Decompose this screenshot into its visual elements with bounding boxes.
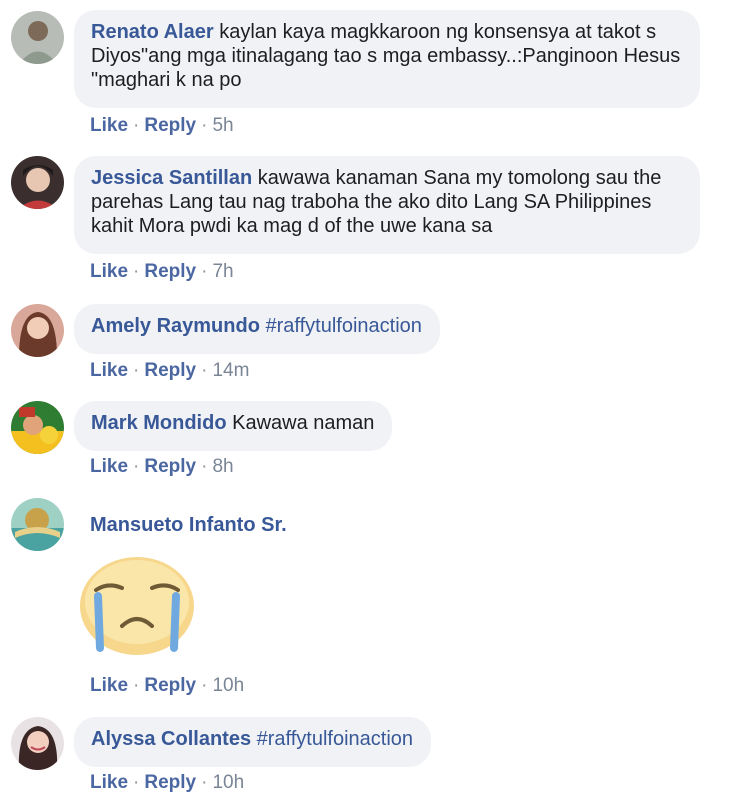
separator: ·: [133, 360, 140, 381]
reply-link[interactable]: Reply: [144, 261, 196, 282]
comment-author[interactable]: Alyssa Collantes: [91, 728, 251, 750]
crying-face-sticker: [78, 556, 196, 656]
comment-bubble: Alyssa Collantes #raffytulfoinaction: [74, 717, 432, 767]
comment-timestamp[interactable]: 7h: [212, 261, 233, 282]
comment-hashtag[interactable]: #raffytulfoinaction: [257, 728, 413, 750]
reply-link[interactable]: Reply: [144, 115, 196, 136]
separator: ·: [201, 261, 208, 282]
avatar[interactable]: [11, 717, 64, 770]
comment-author[interactable]: Amely Raymundo: [91, 315, 260, 337]
like-link[interactable]: Like: [90, 360, 128, 381]
comment-actions: Like · Reply · 7h: [90, 261, 234, 283]
comment-bubble: Mark Mondido Kawawa naman: [74, 401, 393, 451]
separator: ·: [133, 261, 140, 282]
comment-actions: Like · Reply · 14m: [90, 360, 249, 382]
comment-timestamp[interactable]: 10h: [212, 772, 244, 793]
reply-link[interactable]: Reply: [144, 456, 196, 477]
reply-link[interactable]: Reply: [144, 772, 196, 793]
comment-hashtag[interactable]: #raffytulfoinaction: [266, 315, 422, 337]
comment-author[interactable]: Renato Alaer: [91, 21, 214, 43]
separator: ·: [133, 772, 140, 793]
like-link[interactable]: Like: [90, 115, 128, 136]
comment-author[interactable]: Jessica Santillan: [91, 167, 252, 189]
comment-timestamp[interactable]: 10h: [212, 675, 244, 696]
avatar[interactable]: [11, 304, 64, 357]
separator: ·: [133, 456, 140, 477]
comment-timestamp[interactable]: 14m: [212, 360, 249, 381]
comment-bubble: Renato Alaer kaylan kaya magkkaroon ng k…: [74, 10, 700, 108]
comment-author[interactable]: Mansueto Infanto Sr.: [90, 514, 287, 537]
avatar[interactable]: [11, 401, 64, 454]
separator: ·: [201, 675, 208, 696]
like-link[interactable]: Like: [90, 772, 128, 793]
comment-bubble: Amely Raymundo #raffytulfoinaction: [74, 304, 440, 354]
separator: ·: [133, 115, 140, 136]
comment-text: Kawawa naman: [232, 412, 375, 434]
avatar[interactable]: [11, 156, 64, 209]
reply-link[interactable]: Reply: [144, 360, 196, 381]
comment-bubble: Jessica Santillan kawawa kanaman Sana my…: [74, 156, 700, 254]
separator: ·: [201, 115, 208, 136]
like-link[interactable]: Like: [90, 675, 128, 696]
separator: ·: [133, 675, 140, 696]
like-link[interactable]: Like: [90, 261, 128, 282]
comment-actions: Like · Reply · 10h: [90, 675, 244, 697]
comment-author[interactable]: Mark Mondido: [91, 412, 227, 434]
comment-timestamp[interactable]: 5h: [212, 115, 233, 136]
separator: ·: [201, 772, 208, 793]
avatar[interactable]: [11, 498, 64, 551]
comment-actions: Like · Reply · 10h: [90, 772, 244, 794]
separator: ·: [201, 456, 208, 477]
comment-actions: Like · Reply · 5h: [90, 115, 234, 137]
reply-link[interactable]: Reply: [144, 675, 196, 696]
like-link[interactable]: Like: [90, 456, 128, 477]
comment-actions: Like · Reply · 8h: [90, 456, 234, 478]
separator: ·: [201, 360, 208, 381]
comment-timestamp[interactable]: 8h: [212, 456, 233, 477]
avatar[interactable]: [11, 11, 64, 64]
